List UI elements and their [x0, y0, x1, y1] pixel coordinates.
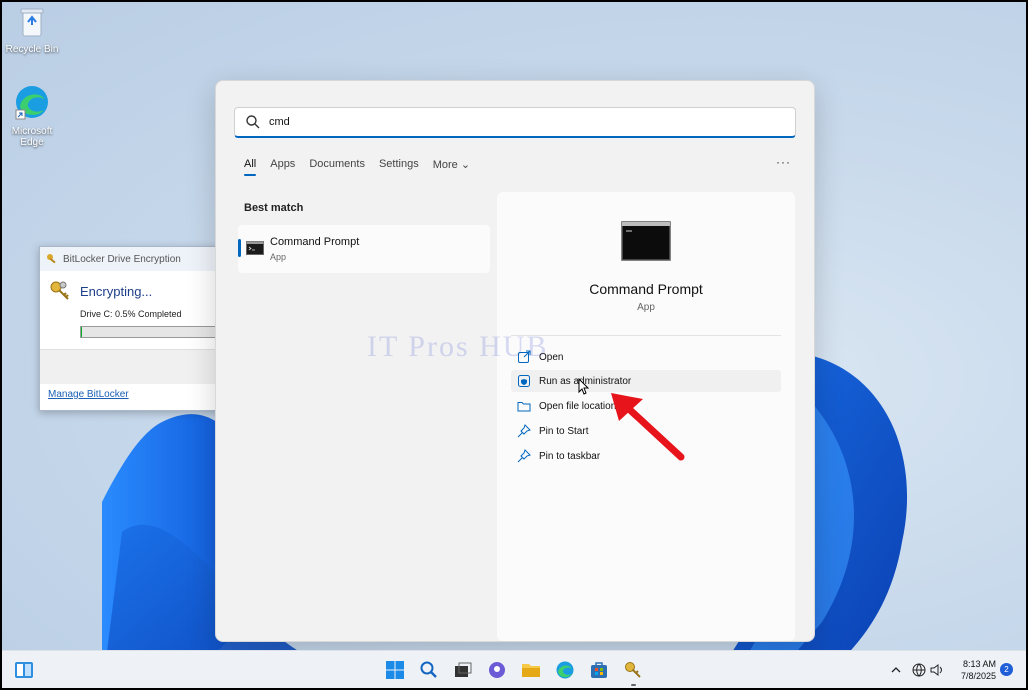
mouse-cursor-icon	[578, 378, 590, 395]
best-match-result[interactable]: Command Prompt App	[238, 225, 490, 273]
tab-settings[interactable]: Settings	[379, 158, 419, 171]
tab-more[interactable]: More ⌄	[433, 158, 470, 171]
pin-icon	[517, 449, 531, 463]
action-label: Open	[539, 351, 564, 363]
cmd-icon	[621, 221, 671, 261]
file-explorer-icon[interactable]	[521, 660, 541, 680]
desktop-icon-recycle-bin[interactable]: Recycle Bin	[2, 6, 62, 55]
search-filter-tabs: All Apps Documents Settings More ⌄	[244, 158, 470, 176]
action-label: Open file location	[539, 400, 617, 412]
bitlocker-window: BitLocker Drive Encryption Encrypting...…	[39, 246, 232, 411]
encrypting-keys-icon	[50, 281, 69, 300]
search-input[interactable]	[269, 116, 749, 128]
edge-icon	[15, 86, 48, 120]
chat-icon[interactable]	[487, 660, 507, 680]
encrypting-status: Encrypting...	[80, 283, 153, 299]
recycle-bin-icon	[20, 8, 44, 37]
search-icon[interactable]	[419, 660, 439, 680]
network-icon[interactable]	[912, 663, 926, 677]
best-match-name: Command Prompt	[270, 236, 360, 248]
manage-bitlocker-link[interactable]: Manage BitLocker	[48, 389, 129, 400]
bitlocker-taskbar-icon[interactable]	[623, 660, 643, 680]
encryption-progress-bar	[80, 326, 232, 338]
open-external-icon	[518, 350, 531, 363]
bitlocker-button-area	[40, 349, 230, 384]
bitlocker-key-icon	[47, 254, 56, 264]
cmd-icon	[246, 241, 264, 255]
clock[interactable]: 8:13 AM 7/8/2025	[950, 658, 996, 682]
bitlocker-title: BitLocker Drive Encryption	[63, 253, 181, 265]
action-label: Pin to Start	[539, 425, 589, 437]
best-match-heading: Best match	[244, 202, 304, 214]
running-indicator	[631, 684, 636, 686]
notification-badge[interactable]: 2	[1000, 663, 1013, 676]
widgets-icon[interactable]	[14, 660, 34, 680]
red-arrow-annotation	[611, 393, 685, 461]
chevron-up-icon[interactable]	[890, 664, 902, 676]
start-icon[interactable]	[385, 660, 405, 680]
desktop-icon-label: Microsoft Edge	[11, 126, 53, 148]
task-view-icon[interactable]	[453, 660, 473, 680]
shield-admin-icon	[518, 375, 530, 387]
progress-fill	[81, 327, 83, 337]
clock-time: 8:13 AM	[962, 659, 996, 669]
tab-all[interactable]: All	[244, 158, 257, 176]
selection-accent	[238, 239, 241, 257]
folder-icon	[517, 402, 531, 412]
desktop-icon-label: Recycle Bin	[5, 44, 59, 55]
tab-documents[interactable]: Documents	[309, 158, 365, 171]
volume-icon[interactable]	[930, 663, 944, 677]
taskbar: 8:13 AM 7/8/2025 2	[2, 650, 1026, 688]
desktop-icon-edge[interactable]: Microsoft Edge	[2, 84, 62, 148]
detail-separator	[511, 335, 781, 336]
edge-icon[interactable]	[555, 660, 575, 680]
bitlocker-titlebar[interactable]: BitLocker Drive Encryption	[40, 247, 230, 271]
search-box[interactable]	[234, 107, 796, 138]
clock-date: 7/8/2025	[960, 671, 996, 681]
detail-app-kind: App	[637, 302, 655, 313]
pin-icon	[517, 424, 531, 438]
drive-progress-text: Drive C: 0.5% Completed	[80, 309, 182, 319]
detail-app-name: Command Prompt	[589, 281, 703, 297]
more-options-button[interactable]: ···	[776, 155, 791, 169]
best-match-kind: App	[270, 252, 287, 262]
action-open[interactable]: Open	[511, 346, 781, 368]
store-icon[interactable]	[589, 660, 609, 680]
start-search-panel: All Apps Documents Settings More ⌄ ··· B…	[215, 80, 815, 642]
search-icon	[246, 115, 260, 129]
desktop: Recycle Bin Microsoft Edge BitLocker Dri…	[2, 2, 1026, 688]
tab-apps[interactable]: Apps	[270, 158, 295, 171]
action-label: Pin to taskbar	[539, 450, 601, 462]
